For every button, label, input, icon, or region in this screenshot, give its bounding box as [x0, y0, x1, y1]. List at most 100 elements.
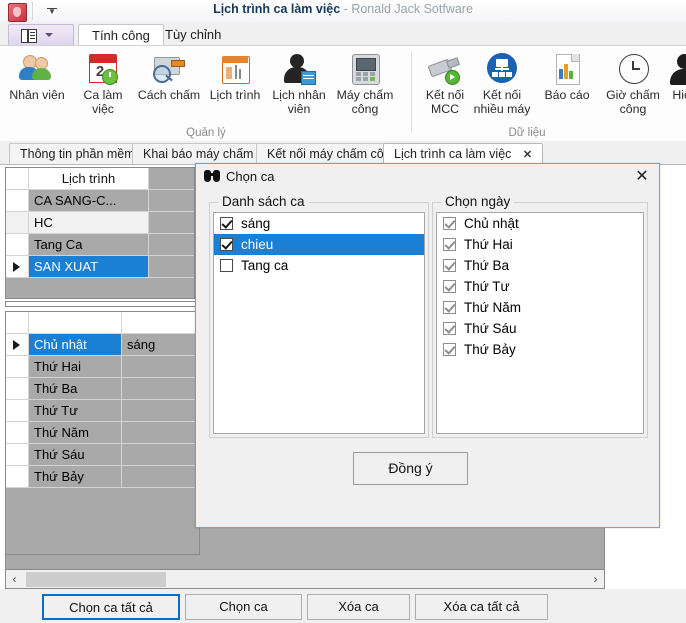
- cell-shift[interactable]: [122, 378, 199, 399]
- ribbon-tab-tuy-chinh[interactable]: Tùy chỉnh: [152, 24, 234, 46]
- cell-shift[interactable]: [122, 422, 199, 443]
- column-header-day[interactable]: [29, 312, 122, 333]
- list-item[interactable]: Thứ Năm: [437, 297, 643, 318]
- list-item[interactable]: sáng: [214, 213, 424, 234]
- ribbon-button-label: Lịch trình: [202, 89, 268, 103]
- checkbox-checked-icon[interactable]: [443, 217, 456, 230]
- ribbon-button-nhan-vien[interactable]: Nhân viên: [4, 49, 70, 121]
- cell-shift[interactable]: [122, 444, 199, 465]
- horizontal-scrollbar[interactable]: ‹ ›: [5, 569, 605, 589]
- cell-day[interactable]: Thứ Năm: [29, 422, 122, 443]
- row-selector-cell[interactable]: [6, 400, 29, 421]
- list-item[interactable]: Thứ Sáu: [437, 318, 643, 339]
- close-icon[interactable]: ✕: [631, 167, 653, 187]
- cell-day[interactable]: Thứ Ba: [29, 378, 122, 399]
- cell-day[interactable]: Thứ Tư: [29, 400, 122, 421]
- chon-ca-button[interactable]: Chọn ca: [185, 594, 302, 620]
- cell-day[interactable]: Thứ Bảy: [29, 466, 122, 487]
- table-row[interactable]: SAN XUAT: [6, 256, 194, 278]
- cell-schedule-name[interactable]: Tang Ca: [29, 234, 149, 255]
- table-row[interactable]: HC: [6, 212, 194, 234]
- table-row[interactable]: Thứ Năm: [6, 422, 199, 444]
- list-item[interactable]: Tang ca: [214, 255, 424, 276]
- row-selector-cell: [6, 312, 29, 333]
- cell-day[interactable]: Thứ Hai: [29, 356, 122, 377]
- ribbon-button-bao-cao[interactable]: Báo cáo: [534, 49, 600, 121]
- scroll-left-arrow-icon[interactable]: ‹: [6, 570, 23, 589]
- table-row[interactable]: Thứ Sáu: [6, 444, 199, 466]
- tab-label: Lịch trình ca làm việc: [394, 147, 511, 161]
- checkbox-checked-icon[interactable]: [443, 343, 456, 356]
- table-row[interactable]: Thứ Hai: [6, 356, 199, 378]
- column-header-shift[interactable]: [122, 312, 199, 333]
- row-selector-cell[interactable]: [6, 444, 29, 465]
- row-selector-cell[interactable]: [6, 234, 29, 255]
- checkbox-checked-icon[interactable]: [220, 238, 233, 251]
- ribbon-button-label: Cách chấm: [136, 89, 202, 103]
- checkbox-checked-icon[interactable]: [443, 238, 456, 251]
- column-header-lich-trinh[interactable]: Lịch trình: [29, 168, 149, 189]
- list-item[interactable]: chieu: [214, 234, 424, 255]
- list-item[interactable]: Thứ Hai: [437, 234, 643, 255]
- dong-y-button[interactable]: Đồng ý: [353, 452, 468, 485]
- list-item[interactable]: Thứ Bảy: [437, 339, 643, 360]
- checkbox-checked-icon[interactable]: [443, 280, 456, 293]
- checkbox-unchecked-icon[interactable]: [220, 259, 233, 272]
- table-row[interactable]: CA SANG-C...: [6, 190, 194, 212]
- schedule-grid[interactable]: Lịch trình CA SANG-C... HC Tang Ca: [5, 167, 195, 299]
- row-selector-cell[interactable]: [6, 334, 29, 355]
- row-selector-cell[interactable]: [6, 356, 29, 377]
- ribbon-button-ca-lam-viec[interactable]: 2 Ca làm việc: [70, 49, 136, 121]
- page-title: Lịch trình ca làm việc - Ronald Jack Sot…: [0, 2, 686, 16]
- row-selector-cell[interactable]: [6, 190, 29, 211]
- table-row[interactable]: Thứ Ba: [6, 378, 199, 400]
- row-selector-cell[interactable]: [6, 422, 29, 443]
- list-item[interactable]: Chủ nhật: [437, 213, 643, 234]
- list-item[interactable]: Thứ Tư: [437, 276, 643, 297]
- people-icon: [17, 51, 57, 87]
- shift-listbox[interactable]: sáng chieu Tang ca: [213, 212, 425, 434]
- table-row[interactable]: Thứ Bảy: [6, 466, 199, 488]
- day-shift-grid[interactable]: Chủ nhật sáng Thứ Hai Thứ Ba Thứ Tư Thứ …: [5, 311, 200, 555]
- list-item-label: Tang ca: [241, 255, 288, 276]
- cell-shift[interactable]: sáng: [122, 334, 199, 355]
- checkbox-checked-icon[interactable]: [220, 217, 233, 230]
- ribbon-button-hien[interactable]: Hiện: [662, 49, 686, 121]
- cell-shift[interactable]: [122, 356, 199, 377]
- cell-schedule-name[interactable]: CA SANG-C...: [29, 190, 149, 211]
- table-row[interactable]: Chủ nhật sáng: [6, 334, 199, 356]
- tab-thong-tin-phan-mem[interactable]: Thông tin phần mềm: [9, 143, 146, 164]
- row-selector-cell[interactable]: [6, 466, 29, 487]
- row-selector-cell[interactable]: [6, 378, 29, 399]
- table-row[interactable]: Thứ Tư: [6, 400, 199, 422]
- ribbon-button-may-cham-cong[interactable]: Máy chấm công: [332, 49, 398, 121]
- scrollbar-thumb[interactable]: [26, 572, 166, 587]
- list-item[interactable]: Thứ Ba: [437, 255, 643, 276]
- xoa-ca-tat-ca-button[interactable]: Xóa ca tất cả: [415, 594, 548, 620]
- row-selector-cell[interactable]: [6, 212, 29, 233]
- checkbox-checked-icon[interactable]: [443, 301, 456, 314]
- ribbon-tab-label: Tùy chỉnh: [165, 27, 221, 42]
- ribbon-button-lich-nhan-vien[interactable]: Lịch nhân viên: [266, 49, 332, 121]
- ribbon-button-gio-cham-cong[interactable]: Giờ chấm công: [600, 49, 666, 121]
- tab-lich-trinh-ca-lam-viec[interactable]: Lịch trình ca làm việc ✕: [383, 143, 543, 164]
- ribbon-button-lich-trinh[interactable]: Lịch trình: [202, 49, 268, 121]
- checkbox-checked-icon[interactable]: [443, 259, 456, 272]
- cell-shift[interactable]: [122, 400, 199, 421]
- checkbox-checked-icon[interactable]: [443, 322, 456, 335]
- chon-ca-tat-ca-button[interactable]: Chọn ca tất cả: [42, 594, 180, 620]
- cell-schedule-name[interactable]: SAN XUAT: [29, 256, 149, 277]
- table-row[interactable]: Tang Ca: [6, 234, 194, 256]
- cell-day[interactable]: Thứ Sáu: [29, 444, 122, 465]
- ribbon-button-ket-noi-nhieu-may[interactable]: Kết nối nhiều máy: [469, 49, 535, 121]
- cell-day[interactable]: Chủ nhật: [29, 334, 122, 355]
- scroll-right-arrow-icon[interactable]: ›: [587, 570, 604, 589]
- ribbon-button-cach-cham[interactable]: Cách chấm: [136, 49, 202, 121]
- day-listbox[interactable]: Chủ nhật Thứ Hai Thứ Ba Thứ Tư Thứ Năm T…: [436, 212, 644, 434]
- file-menu-button[interactable]: [8, 24, 74, 47]
- row-selector-cell[interactable]: [6, 256, 29, 277]
- xoa-ca-button[interactable]: Xóa ca: [307, 594, 410, 620]
- cell-shift[interactable]: [122, 466, 199, 487]
- ribbon-tab-tinh-cong[interactable]: Tính công: [78, 24, 164, 46]
- cell-schedule-name[interactable]: HC: [29, 212, 149, 233]
